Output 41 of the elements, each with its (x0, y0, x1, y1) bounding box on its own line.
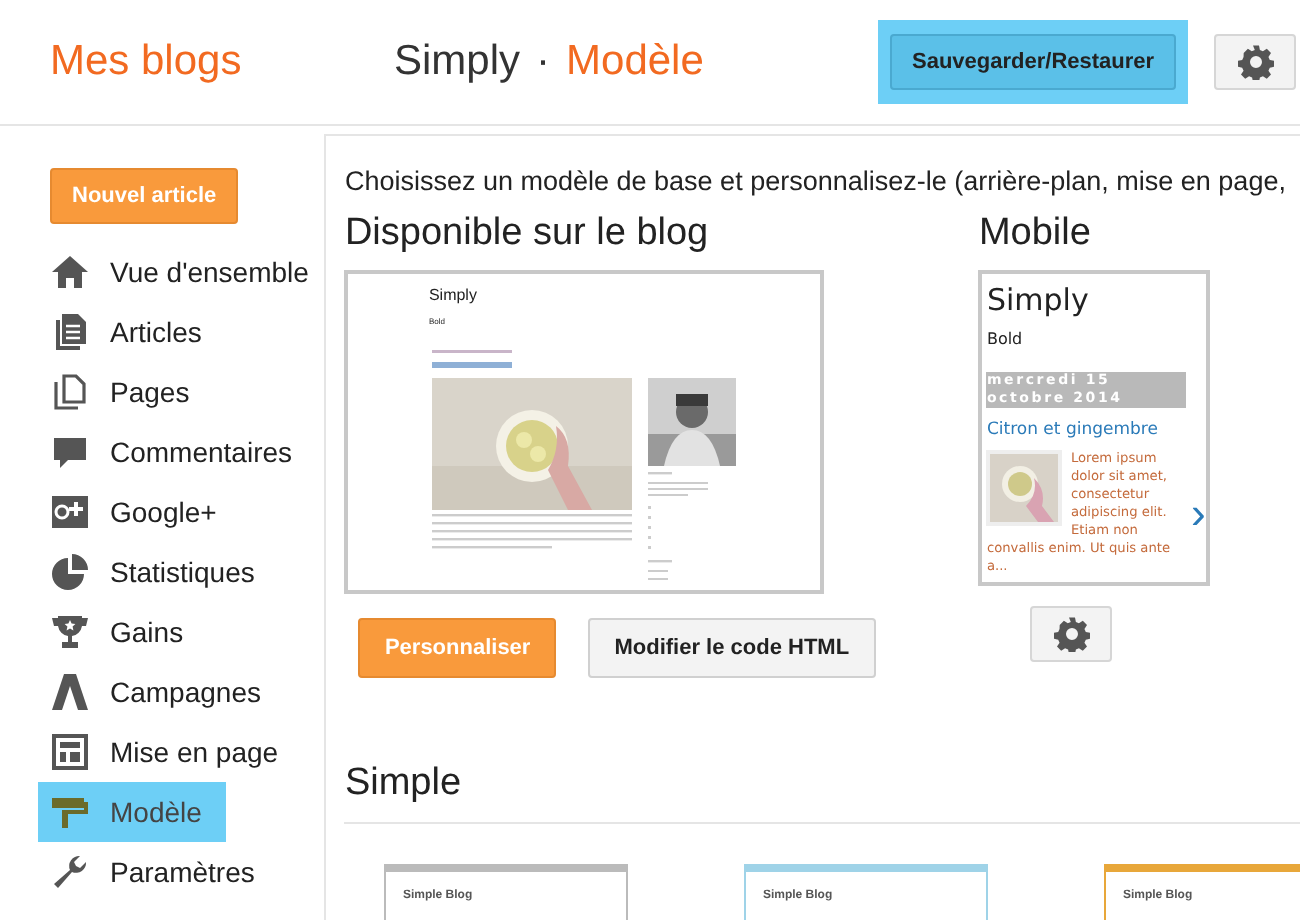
intro-text: Choisissez un modèle de base et personnalisez-le (arrière-plan, mise en page, (344, 166, 1288, 196)
section-heading: Disponible sur le blog (344, 212, 711, 256)
page-title: Modèle (566, 38, 704, 84)
edit-html-button[interactable]: Modifier le code HTML (588, 618, 876, 678)
sidebar-item[interactable]: Paramètres (38, 842, 271, 902)
sidebar-item[interactable]: Vue d'ensemble (38, 242, 325, 302)
section-heading: Simple (344, 762, 464, 806)
sidebar-item[interactable]: Gains (38, 602, 226, 662)
save-restore-button[interactable]: Sauvegarder/Restaurer (890, 34, 1177, 90)
post-header-drawing (432, 350, 513, 368)
sidebar-item[interactable]: Google+ (38, 482, 233, 542)
pie-chart-icon (50, 552, 90, 592)
sidebar-item[interactable]: Campagnes (38, 662, 277, 722)
sidebar-item[interactable]: Statistiques (38, 542, 271, 602)
settings-icon (1053, 616, 1090, 652)
post-title: Citron et gingembre (986, 420, 1158, 440)
campaign-icon (50, 672, 90, 712)
trophy-icon (50, 612, 90, 652)
separator: · (536, 38, 551, 84)
blog-subtitle: Bold (986, 330, 1023, 348)
section-heading: Mobile (978, 212, 1093, 256)
sidebar-item[interactable]: Articles (38, 302, 226, 362)
sidebar-item[interactable]: Modèle (38, 782, 226, 842)
blog-title: Simply (428, 286, 477, 304)
blog-title: Simply (986, 282, 1089, 318)
paint-roller-icon (50, 792, 90, 832)
next-arrow[interactable]: › (1190, 487, 1206, 539)
settings-icon (1237, 44, 1274, 80)
home-icon (50, 252, 90, 292)
sidebar-item[interactable]: Pages (38, 362, 226, 422)
mobile-settings-button[interactable] (1030, 606, 1113, 662)
blog-name: Simply (394, 38, 521, 84)
layout-icon (50, 732, 90, 772)
sidebar-item[interactable]: Mise en page (38, 722, 295, 782)
settings-button[interactable] (1214, 34, 1297, 90)
wrench-icon (50, 852, 90, 892)
document-icon (50, 312, 90, 352)
pages-icon (50, 372, 90, 412)
speech-bubble-icon (50, 432, 90, 472)
plus-icon (50, 492, 90, 532)
sidebar-item[interactable]: Commentaires (38, 422, 309, 482)
